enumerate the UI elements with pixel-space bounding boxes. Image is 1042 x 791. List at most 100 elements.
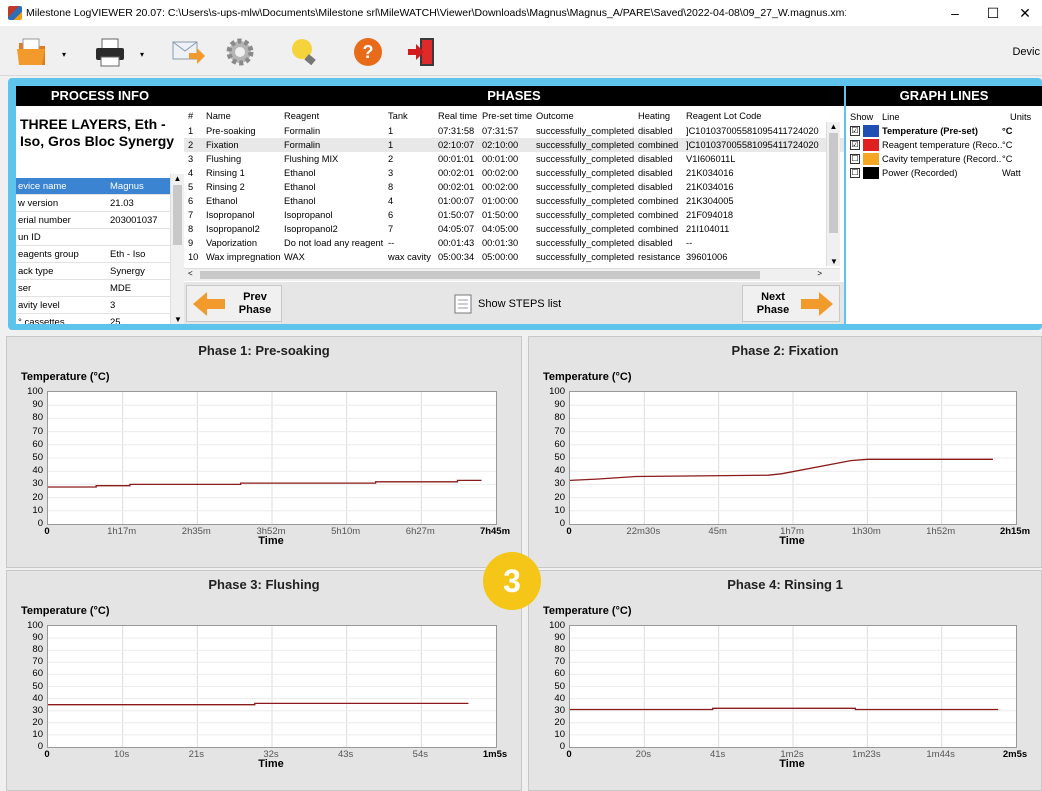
prev-phase-button[interactable]: Prev Phase [186,285,282,322]
phase-cell: combined [638,224,679,234]
plot-area [47,625,497,748]
x-tick-label: 54s [412,749,428,760]
phase-cell: 07:31:57 [482,126,519,136]
graph-line-row[interactable]: ☑ Reagent temperature (Reco... °C [846,138,1042,152]
process-info-value: 21.03 [110,198,134,209]
x-tick-label: 1m23s [852,749,881,760]
process-info-value: Magnus [110,181,144,192]
phases-hscrollbar[interactable]: < > [184,268,840,281]
process-info-key: ° cassettes [18,317,65,324]
graph-line-checkbox[interactable]: ☐ [850,168,860,178]
process-info-row[interactable]: ser MDE [16,280,182,297]
y-axis-label: Temperature (°C) [21,605,110,617]
chart-title: Phase 3: Flushing [208,577,320,592]
phase-cell: 4 [188,168,194,178]
phase-cell: 21F094018 [686,210,734,220]
right-arrow-icon [801,291,833,316]
y-axis-label: Temperature (°C) [21,371,110,383]
process-info-row[interactable]: evice name Magnus [16,178,182,195]
process-info-value: Eth - Iso [110,249,146,260]
process-info-row[interactable]: erial number 203001037 [16,212,182,229]
process-info-row[interactable]: ° cassettes 25 [16,314,182,324]
graph-line-row[interactable]: ☑ Temperature (Pre-set) °C [846,124,1042,138]
y-tick-label: 60 [554,668,565,680]
phase-row[interactable]: 5 Rinsing 2 Ethanol 8 00:02:01 00:02:00 succes… [184,180,844,194]
y-axis-label: Temperature (°C) [543,605,632,617]
x-tick-label: 5h10m [331,526,361,537]
phase-row[interactable]: 2 Fixation Formalin 1 02:10:07 02:10:00 succes… [184,138,844,152]
process-info-key: un ID [18,232,41,243]
open-folder-icon[interactable] [14,34,50,70]
phase-row[interactable]: 1 Pre-soaking Formalin 1 07:31:58 07:31:57 suc… [184,124,844,138]
process-info-row[interactable]: avity level 3 [16,297,182,314]
phase-cell: 01:00:00 [482,196,519,206]
phases-column-header[interactable]: Name [202,108,280,124]
y-tick-label: 20 [32,716,43,728]
phases-column-header[interactable]: Tank [384,108,434,124]
phase-cell: 6 [188,196,194,206]
print-icon[interactable] [92,34,128,70]
phase-cell: 00:01:00 [482,154,519,164]
y-tick-label: 100 [27,620,43,631]
phase-row[interactable]: 7 Isopropanol Isopropanol 6 01:50:07 01:50:00… [184,208,844,222]
phases-column-header[interactable]: Reagent [280,108,384,124]
phase-row[interactable]: 8 Isopropanol2 Isopropanol2 7 04:05:07 04:05:… [184,222,844,236]
phase-cell: successfully_completed [536,126,634,136]
x-axis-label: Time [779,535,805,547]
email-icon[interactable] [170,34,206,70]
phase-cell: 5 [188,182,194,192]
phases-table: # Name Reagent Tank Real time Pre-set time Out… [184,108,844,264]
lightbulb-icon[interactable] [286,34,322,70]
phases-column-header[interactable]: Outcome [532,108,634,124]
exit-icon[interactable] [404,34,440,70]
phase-row[interactable]: 4 Rinsing 1 Ethanol 3 00:02:01 00:02:00 succes… [184,166,844,180]
window-title: Milestone LogVIEWER 20.07: C:\Users\s-up… [26,7,846,19]
phase-cell: Fixation [206,140,239,150]
phases-column-header[interactable]: Real time [434,108,478,124]
phase-cell: 21I104011 [686,224,730,234]
x-tick-label: 10s [113,749,130,760]
phase-cell: -- [388,238,395,248]
phases-vscrollbar[interactable]: ▲ ▼ [826,122,840,266]
process-info-row[interactable]: eagents group Eth - Iso [16,246,182,263]
phase-row[interactable]: 9 Vaporization Do not load any reagent -- 00… [184,236,844,250]
next-phase-button[interactable]: Next Phase [742,285,840,322]
process-info-row[interactable]: ack type Synergy [16,263,182,280]
graph-line-row[interactable]: ☐ Power (Recorded) Watt [846,166,1042,180]
phase-cell: combined [638,140,679,150]
process-info-row[interactable]: w version 21.03 [16,195,182,212]
phases-column-header[interactable]: Heating [634,108,682,124]
phase-row[interactable]: 3 Flushing Flushing MIX 2 00:01:01 00:01:00 su… [184,152,844,166]
process-info-scrollbar[interactable]: ▲ ▼ [170,174,184,324]
y-tick-label: 40 [32,692,43,704]
phase-cell: disabled [638,168,673,178]
phases-column-header[interactable]: Reagent Lot Code [682,108,822,124]
help-icon[interactable]: ? [350,34,386,70]
phase-cell: 10 [188,252,199,262]
phase-row[interactable]: 6 Ethanol Ethanol 4 01:00:07 01:00:00 successf… [184,194,844,208]
settings-gear-icon[interactable] [222,34,258,70]
print-dropdown-arrow[interactable]: ▾ [140,50,144,59]
show-steps-button[interactable]: Show STEPS list [454,294,561,314]
process-info-row[interactable]: un ID [16,229,182,246]
graph-line-checkbox[interactable]: ☐ [850,154,860,164]
graph-line-label: Reagent temperature (Reco... [882,140,1002,150]
phase-row[interactable]: 10 Wax impregnation WAX wax cavity 05:00:34 0… [184,250,844,264]
graph-line-row[interactable]: ☐ Cavity temperature (Record... °C [846,152,1042,166]
phase-cell: Ethanol [206,196,238,206]
toolbar: ▾ ▾ ? Devic [0,26,1042,76]
graph-line-checkbox[interactable]: ☑ [850,140,860,150]
phase-cell: Ethanol [284,182,316,192]
graph-line-unit: °C [1002,154,1013,164]
phases-column-header[interactable]: Pre-set time [478,108,532,124]
open-dropdown-arrow[interactable]: ▾ [62,50,66,59]
phase-cell: disabled [638,126,673,136]
graph-line-checkbox[interactable]: ☑ [850,126,860,136]
y-tick-label: 50 [554,680,565,692]
phase-cell: Isopropanol [206,210,255,220]
y-tick-label: 50 [554,452,565,463]
phases-column-header[interactable]: # [184,108,202,124]
y-tick-label: 80 [32,412,43,424]
close-button[interactable]: ✕ [1008,0,1042,26]
phase-cell: Isopropanol2 [206,224,260,234]
